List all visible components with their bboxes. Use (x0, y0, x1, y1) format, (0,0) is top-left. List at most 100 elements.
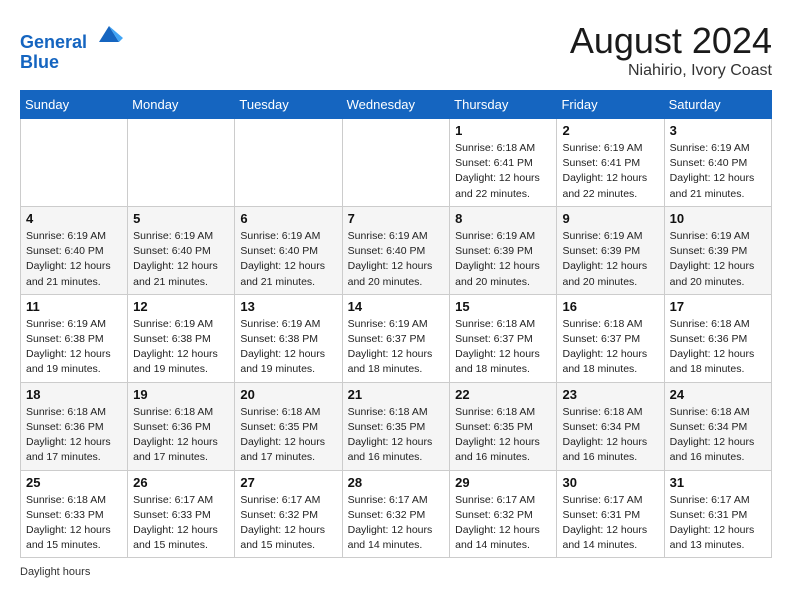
day-info: Sunrise: 6:18 AM Sunset: 6:37 PM Dayligh… (455, 317, 551, 378)
day-number: 14 (348, 299, 445, 314)
calendar-cell: 21 Sunrise: 6:18 AM Sunset: 6:35 PM Dayli… (342, 382, 450, 470)
day-number: 21 (348, 387, 445, 402)
calendar-cell: 3 Sunrise: 6:19 AM Sunset: 6:40 PM Daylig… (664, 119, 771, 207)
day-number: 19 (133, 387, 229, 402)
day-info: Sunrise: 6:19 AM Sunset: 6:38 PM Dayligh… (26, 317, 122, 378)
calendar-header-sunday: Sunday (21, 91, 128, 119)
calendar-cell: 12 Sunrise: 6:19 AM Sunset: 6:38 PM Dayli… (128, 294, 235, 382)
month-title: August 2024 (570, 20, 772, 62)
day-info: Sunrise: 6:18 AM Sunset: 6:36 PM Dayligh… (26, 405, 122, 466)
calendar-week-row: 11 Sunrise: 6:19 AM Sunset: 6:38 PM Dayli… (21, 294, 772, 382)
calendar-cell: 25 Sunrise: 6:18 AM Sunset: 6:33 PM Dayli… (21, 470, 128, 558)
day-number: 27 (240, 475, 336, 490)
day-number: 12 (133, 299, 229, 314)
calendar-cell: 22Sunrise: 6:18 AM Sunset: 6:35 PM Dayli… (450, 382, 557, 470)
day-info: Sunrise: 6:19 AM Sunset: 6:40 PM Dayligh… (133, 229, 229, 290)
day-number: 31 (670, 475, 766, 490)
day-info: Sunrise: 6:18 AM Sunset: 6:34 PM Dayligh… (670, 405, 766, 466)
day-info: Sunrise: 6:18 AM Sunset: 6:35 PM Dayligh… (455, 405, 551, 466)
day-info: Sunrise: 6:17 AM Sunset: 6:31 PM Dayligh… (670, 493, 766, 554)
day-info: Sunrise: 6:18 AM Sunset: 6:41 PM Dayligh… (455, 141, 551, 202)
calendar-cell: 9Sunrise: 6:19 AM Sunset: 6:39 PM Daylig… (557, 206, 664, 294)
day-info: Sunrise: 6:19 AM Sunset: 6:39 PM Dayligh… (562, 229, 658, 290)
day-number: 6 (240, 211, 336, 226)
calendar-cell: 30 Sunrise: 6:17 AM Sunset: 6:31 PM Dayli… (557, 470, 664, 558)
day-number: 4 (26, 211, 122, 226)
day-number: 18 (26, 387, 122, 402)
calendar-cell: 16Sunrise: 6:18 AM Sunset: 6:37 PM Dayli… (557, 294, 664, 382)
day-info: Sunrise: 6:17 AM Sunset: 6:32 PM Dayligh… (455, 493, 551, 554)
calendar-cell: 18 Sunrise: 6:18 AM Sunset: 6:36 PM Dayli… (21, 382, 128, 470)
calendar-header-tuesday: Tuesday (235, 91, 342, 119)
calendar-header-monday: Monday (128, 91, 235, 119)
calendar-cell: 15 Sunrise: 6:18 AM Sunset: 6:37 PM Dayli… (450, 294, 557, 382)
day-info: Sunrise: 6:19 AM Sunset: 6:40 PM Dayligh… (348, 229, 445, 290)
day-number: 15 (455, 299, 551, 314)
day-info: Sunrise: 6:18 AM Sunset: 6:36 PM Dayligh… (670, 317, 766, 378)
day-number: 28 (348, 475, 445, 490)
logo-icon (95, 20, 123, 48)
calendar-cell: 19 Sunrise: 6:18 AM Sunset: 6:36 PM Dayli… (128, 382, 235, 470)
day-number: 30 (562, 475, 658, 490)
day-info: Sunrise: 6:17 AM Sunset: 6:32 PM Dayligh… (240, 493, 336, 554)
calendar-cell: 4 Sunrise: 6:19 AM Sunset: 6:40 PM Daylig… (21, 206, 128, 294)
logo: General Blue (20, 20, 123, 73)
calendar-cell: 13Sunrise: 6:19 AM Sunset: 6:38 PM Dayli… (235, 294, 342, 382)
day-number: 26 (133, 475, 229, 490)
day-info: Sunrise: 6:19 AM Sunset: 6:41 PM Dayligh… (562, 141, 658, 202)
logo-text: General (20, 20, 123, 53)
day-info: Sunrise: 6:19 AM Sunset: 6:38 PM Dayligh… (240, 317, 336, 378)
day-number: 20 (240, 387, 336, 402)
calendar-cell: 10 Sunrise: 6:19 AM Sunset: 6:39 PM Dayli… (664, 206, 771, 294)
calendar-cell: 5Sunrise: 6:19 AM Sunset: 6:40 PM Daylig… (128, 206, 235, 294)
title-block: August 2024 Niahirio, Ivory Coast (570, 20, 772, 80)
day-info: Sunrise: 6:19 AM Sunset: 6:39 PM Dayligh… (670, 229, 766, 290)
day-info: Sunrise: 6:18 AM Sunset: 6:34 PM Dayligh… (562, 405, 658, 466)
day-info: Sunrise: 6:19 AM Sunset: 6:40 PM Dayligh… (240, 229, 336, 290)
calendar-cell (235, 119, 342, 207)
day-info: Sunrise: 6:18 AM Sunset: 6:33 PM Dayligh… (26, 493, 122, 554)
calendar-table: SundayMondayTuesdayWednesdayThursdayFrid… (20, 90, 772, 558)
day-number: 10 (670, 211, 766, 226)
day-info: Sunrise: 6:19 AM Sunset: 6:40 PM Dayligh… (670, 141, 766, 202)
calendar-cell (128, 119, 235, 207)
calendar-header-row: SundayMondayTuesdayWednesdayThursdayFrid… (21, 91, 772, 119)
day-info: Sunrise: 6:19 AM Sunset: 6:40 PM Dayligh… (26, 229, 122, 290)
logo-blue: Blue (20, 53, 123, 73)
day-info: Sunrise: 6:18 AM Sunset: 6:36 PM Dayligh… (133, 405, 229, 466)
day-number: 3 (670, 123, 766, 138)
day-number: 8 (455, 211, 551, 226)
day-number: 1 (455, 123, 551, 138)
calendar-cell (21, 119, 128, 207)
day-number: 25 (26, 475, 122, 490)
day-info: Sunrise: 6:19 AM Sunset: 6:38 PM Dayligh… (133, 317, 229, 378)
day-info: Sunrise: 6:17 AM Sunset: 6:32 PM Dayligh… (348, 493, 445, 554)
calendar-cell: 6 Sunrise: 6:19 AM Sunset: 6:40 PM Daylig… (235, 206, 342, 294)
calendar-cell: 8 Sunrise: 6:19 AM Sunset: 6:39 PM Daylig… (450, 206, 557, 294)
day-info: Sunrise: 6:17 AM Sunset: 6:33 PM Dayligh… (133, 493, 229, 554)
calendar-cell: 20 Sunrise: 6:18 AM Sunset: 6:35 PM Dayli… (235, 382, 342, 470)
day-number: 2 (562, 123, 658, 138)
day-number: 17 (670, 299, 766, 314)
calendar-header-friday: Friday (557, 91, 664, 119)
calendar-cell: 29Sunrise: 6:17 AM Sunset: 6:32 PM Dayli… (450, 470, 557, 558)
calendar-cell (342, 119, 450, 207)
page-header: General Blue August 2024 Niahirio, Ivory… (20, 20, 772, 80)
calendar-cell: 27 Sunrise: 6:17 AM Sunset: 6:32 PM Dayli… (235, 470, 342, 558)
location: Niahirio, Ivory Coast (570, 62, 772, 80)
day-number: 23 (562, 387, 658, 402)
calendar-week-row: 25 Sunrise: 6:18 AM Sunset: 6:33 PM Dayli… (21, 470, 772, 558)
day-number: 11 (26, 299, 122, 314)
calendar-header-wednesday: Wednesday (342, 91, 450, 119)
daylight-label: Daylight hours (20, 566, 90, 578)
day-info: Sunrise: 6:18 AM Sunset: 6:35 PM Dayligh… (240, 405, 336, 466)
calendar-cell: 28 Sunrise: 6:17 AM Sunset: 6:32 PM Dayli… (342, 470, 450, 558)
logo-general: General (20, 32, 87, 52)
calendar-cell: 14Sunrise: 6:19 AM Sunset: 6:37 PM Dayli… (342, 294, 450, 382)
day-number: 7 (348, 211, 445, 226)
day-info: Sunrise: 6:19 AM Sunset: 6:39 PM Dayligh… (455, 229, 551, 290)
day-info: Sunrise: 6:17 AM Sunset: 6:31 PM Dayligh… (562, 493, 658, 554)
day-info: Sunrise: 6:18 AM Sunset: 6:35 PM Dayligh… (348, 405, 445, 466)
calendar-cell: 11 Sunrise: 6:19 AM Sunset: 6:38 PM Dayli… (21, 294, 128, 382)
footer: Daylight hours (20, 566, 772, 578)
